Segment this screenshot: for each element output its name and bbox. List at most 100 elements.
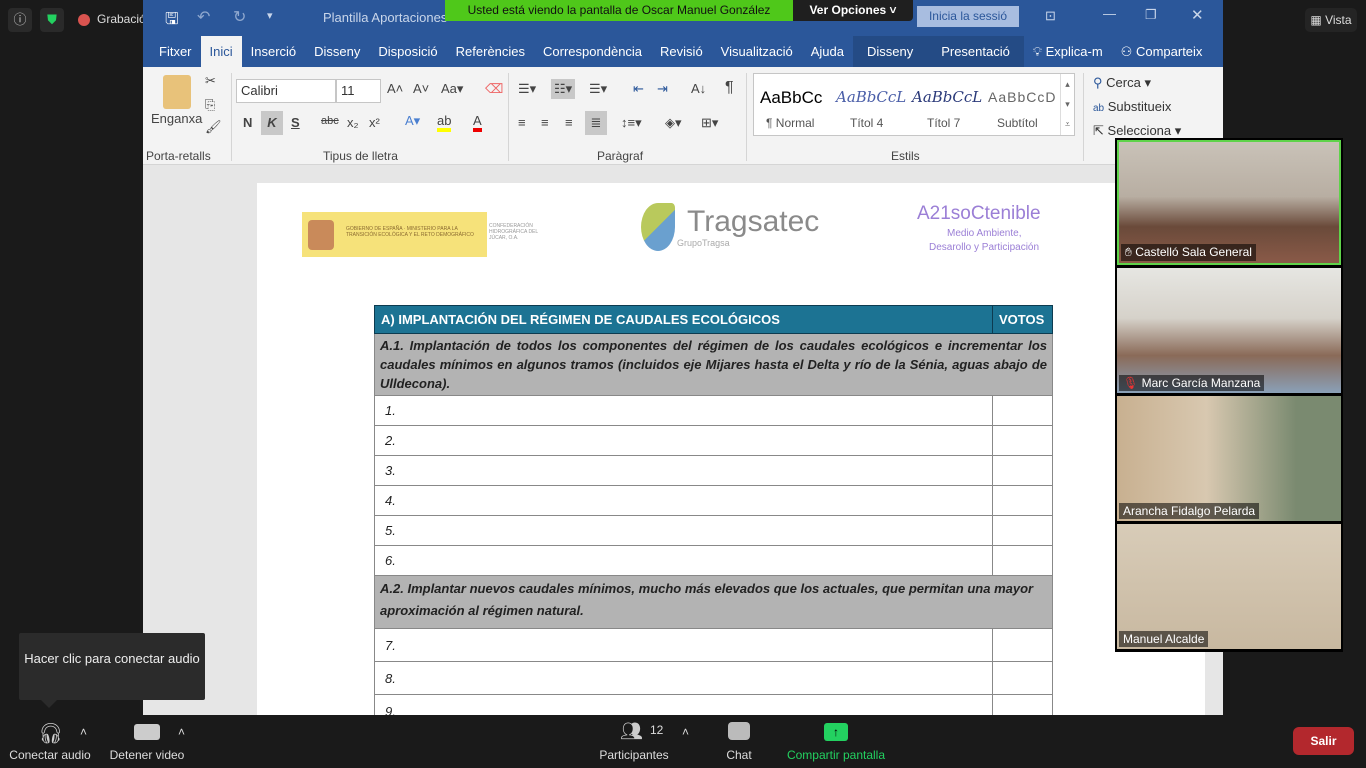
connect-audio-button[interactable]: 🎧︎ Conectar audio [0, 715, 100, 768]
text-effects-icon[interactable]: A▾ [405, 113, 420, 129]
share-button[interactable]: ⚇ Comparteix [1112, 36, 1212, 67]
bullets-icon[interactable]: ☰▾ [518, 81, 536, 97]
share-screen-button[interactable]: ↑ Compartir pantalla [784, 715, 888, 768]
grow-font-icon[interactable]: A˄ [387, 81, 403, 96]
tab-table-layout[interactable]: Presentació [927, 36, 1024, 67]
view-button[interactable]: ▦ Vista [1305, 8, 1357, 32]
copy-icon[interactable]: ⎘ [205, 97, 215, 113]
underline-button[interactable]: S [291, 115, 300, 130]
paste-icon[interactable] [163, 75, 191, 109]
info-icon[interactable]: ⓘ [8, 8, 32, 32]
bold-button[interactable]: N [243, 115, 252, 130]
style-titol7[interactable]: Títol 7 [927, 116, 960, 130]
item-cell[interactable]: 8. [374, 661, 993, 695]
signin-button[interactable]: Inicia la sessió [917, 6, 1019, 27]
numbering-icon[interactable]: ☷▾ [551, 79, 576, 99]
select-button[interactable]: ⇱ Selecciona ▾ [1093, 123, 1181, 139]
style-subtitol-preview[interactable]: AaBbCcD [988, 89, 1056, 105]
tab-referencies[interactable]: Referències [447, 36, 534, 67]
close-icon[interactable]: ✕ [1191, 6, 1204, 24]
votes-cell[interactable] [992, 455, 1053, 486]
participants-options-chevron-icon[interactable]: ˄ [682, 725, 689, 739]
tab-insercio[interactable]: Inserció [242, 36, 306, 67]
style-titol7-preview[interactable]: AaBbCcL [912, 88, 982, 106]
cut-icon[interactable]: ✂ [205, 73, 216, 89]
tab-disposicio[interactable]: Disposició [369, 36, 446, 67]
style-normal[interactable]: ¶ Normal [766, 116, 814, 130]
increase-indent-icon[interactable]: ⇥ [657, 81, 668, 97]
change-case-icon[interactable]: Aa▾ [441, 81, 463, 97]
item-cell[interactable]: 9. [374, 694, 993, 715]
votes-cell[interactable] [992, 515, 1053, 546]
shield-icon[interactable]: ⛊ [40, 8, 64, 32]
view-options-button[interactable]: Ver Opciones ˅ [793, 0, 913, 21]
votes-cell[interactable] [992, 395, 1053, 426]
item-cell[interactable]: 4. [374, 485, 993, 516]
format-painter-icon[interactable]: 🖌︎ [205, 119, 222, 135]
votes-cell[interactable] [992, 545, 1053, 576]
ribbon-display-icon[interactable]: ⊡ [1045, 8, 1056, 24]
item-cell[interactable]: 1. [374, 395, 993, 426]
save-icon[interactable]: 🖫 [165, 8, 179, 35]
tell-me[interactable]: 💡︎ Explica-m [1024, 36, 1112, 67]
tab-ajuda[interactable]: Ajuda [802, 36, 853, 67]
multilevel-list-icon[interactable]: ☰▾ [589, 81, 607, 97]
chat-button[interactable]: Chat [716, 715, 762, 768]
sort-icon[interactable]: A↓ [691, 81, 706, 96]
clear-format-icon[interactable]: ⌫ [485, 81, 503, 97]
highlight-icon[interactable]: ab [437, 113, 452, 132]
pilcrow-icon[interactable]: ¶ [725, 79, 734, 97]
audio-options-chevron-icon[interactable]: ˄ [80, 725, 87, 739]
video-tile[interactable]: ✋︎ Castelló Sala General [1117, 140, 1341, 265]
line-spacing-icon[interactable]: ↕≡▾ [621, 115, 642, 131]
item-cell[interactable]: 6. [374, 545, 993, 576]
minimize-icon[interactable]: — [1103, 6, 1116, 21]
justify-icon[interactable]: ≣ [585, 111, 607, 135]
style-normal-preview[interactable]: AaBbCc [760, 88, 822, 108]
italic-button[interactable]: K [261, 111, 283, 135]
tab-visualitzacio[interactable]: Visualització [712, 36, 802, 67]
strikethrough-button[interactable]: abc [321, 115, 339, 127]
item-cell[interactable]: 7. [374, 628, 993, 662]
votes-cell[interactable] [992, 425, 1053, 456]
font-size-input[interactable]: 11 [336, 79, 381, 103]
leave-button[interactable]: Salir [1293, 727, 1354, 755]
borders-icon[interactable]: ⊞▾ [701, 115, 718, 131]
superscript-icon[interactable]: x² [369, 115, 380, 130]
style-titol4-preview[interactable]: AaBbCcL [836, 88, 906, 106]
shading-icon[interactable]: ◈▾ [665, 115, 682, 131]
decrease-indent-icon[interactable]: ⇤ [633, 81, 644, 97]
font-color-icon[interactable]: A [473, 113, 482, 132]
restore-icon[interactable]: ❐ [1145, 7, 1157, 23]
stop-video-button[interactable]: Detener video [104, 715, 190, 768]
item-cell[interactable]: 3. [374, 455, 993, 486]
align-left-icon[interactable]: ≡ [518, 115, 526, 130]
customize-icon[interactable]: ▾ [267, 9, 273, 22]
find-button[interactable]: ⚲ Cerca ▾ [1093, 75, 1151, 91]
redo-icon[interactable]: ↻ [233, 7, 246, 27]
video-options-chevron-icon[interactable]: ˄ [178, 725, 185, 739]
replace-button[interactable]: ab Substitueix [1093, 99, 1171, 114]
tab-table-design[interactable]: Disseny [852, 36, 928, 67]
votes-cell[interactable] [992, 661, 1053, 695]
undo-icon[interactable]: ↶ [197, 7, 210, 27]
shrink-font-icon[interactable]: A˅ [413, 81, 429, 96]
participants-button[interactable]: 👥︎ 12 Participantes [596, 715, 672, 768]
video-tile[interactable]: Arancha Fidalgo Pelarda [1117, 396, 1341, 521]
votes-cell[interactable] [992, 485, 1053, 516]
tab-fitxer[interactable]: Fitxer [143, 36, 201, 67]
styles-scroll[interactable]: ▴ ▾ ⩡ [1060, 74, 1074, 135]
subscript-icon[interactable]: x₂ [347, 115, 359, 130]
tab-revisio[interactable]: Revisió [651, 36, 712, 67]
style-subtitol[interactable]: Subtítol [997, 116, 1038, 130]
tab-inici[interactable]: Inici [200, 36, 242, 67]
align-center-icon[interactable]: ≡ [541, 115, 549, 130]
align-right-icon[interactable]: ≡ [565, 115, 573, 130]
video-tile[interactable]: 🎙︎ Marc García Manzana [1117, 268, 1341, 393]
video-tile[interactable]: Manuel Alcalde [1117, 524, 1341, 649]
tab-disseny[interactable]: Disseny [305, 36, 369, 67]
tab-correspondencia[interactable]: Correspondència [534, 36, 651, 67]
font-name-input[interactable]: Calibri [236, 79, 336, 103]
style-titol4[interactable]: Títol 4 [850, 116, 883, 130]
votes-cell[interactable] [992, 628, 1053, 662]
